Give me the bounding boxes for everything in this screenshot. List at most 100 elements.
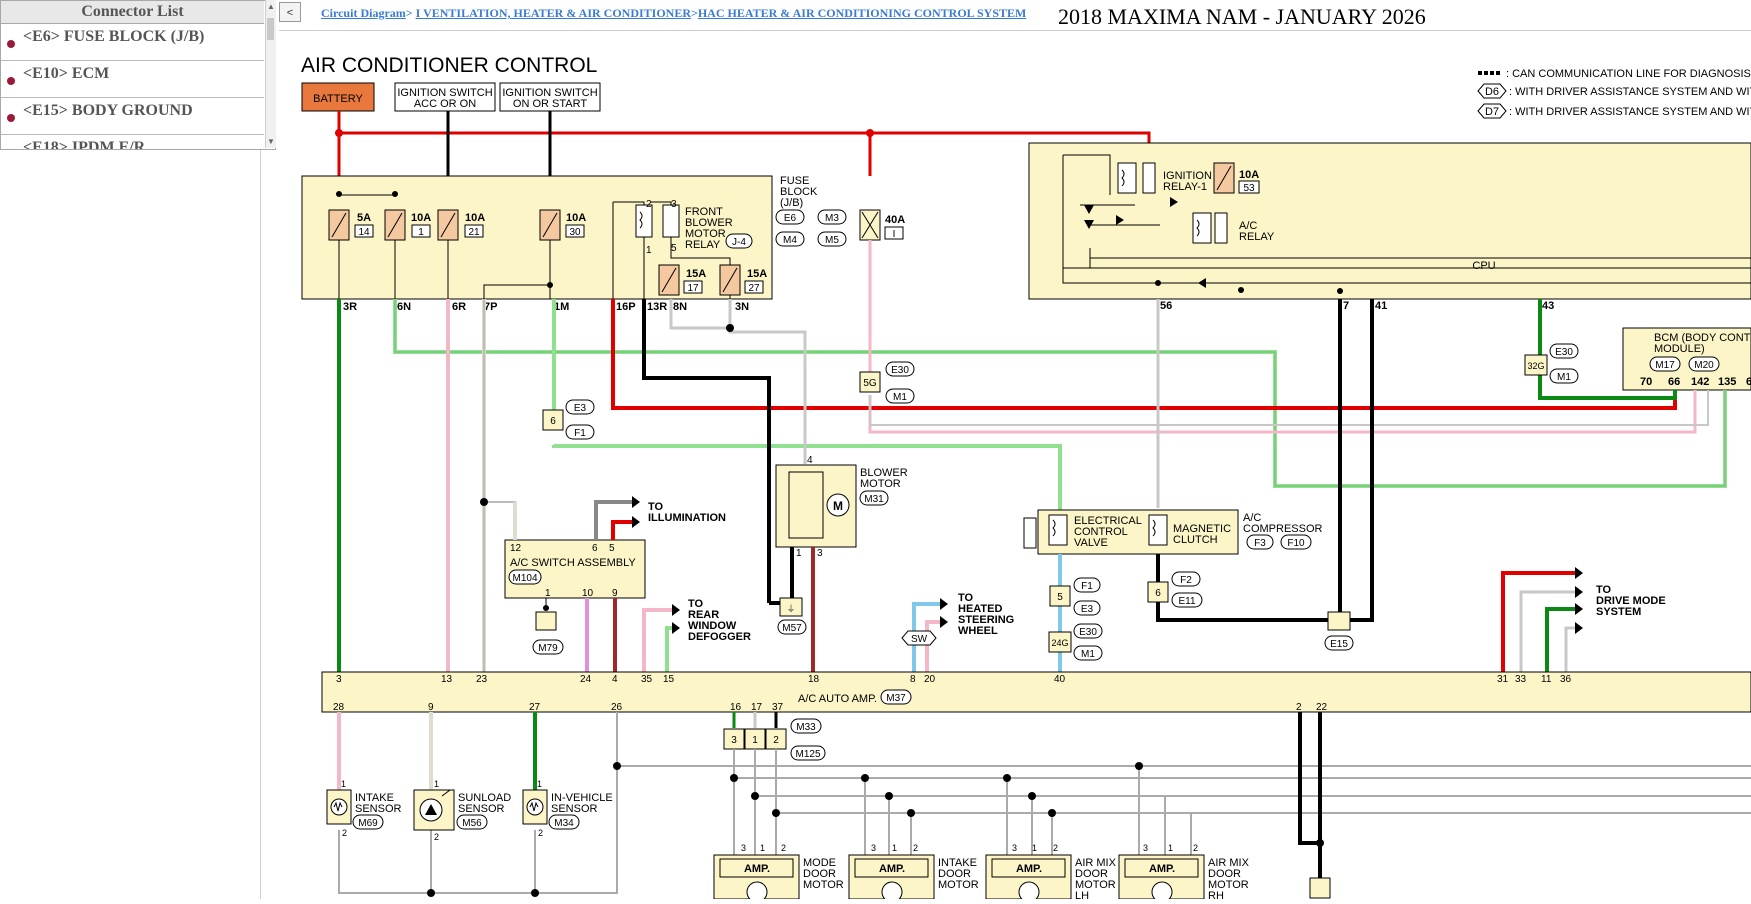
component-label: RH [1208, 890, 1224, 899]
ign-on-label: ON OR START [513, 98, 587, 110]
ipdm-er-box [1028, 142, 1751, 300]
scroll-down-icon[interactable]: ▼ [267, 137, 275, 146]
connector-tag: F10 [1287, 538, 1305, 549]
component-label: LH [1075, 890, 1089, 899]
component-label: CLUTCH [1173, 534, 1218, 546]
pin-label: 2 [1193, 843, 1198, 853]
connector-tag: F2 [1180, 575, 1192, 586]
connector-tag: M20 [1694, 360, 1714, 371]
mode-door-motor [713, 854, 800, 903]
fuse-amp: 10A [411, 212, 431, 224]
connector-tag: E3 [1081, 604, 1094, 615]
relay-label: RELAY [685, 239, 721, 251]
pin-label: 1 [341, 779, 346, 789]
connector-tag: M31 [864, 494, 884, 505]
back-button[interactable]: < [279, 2, 301, 22]
connector-item-e10[interactable]: <E10> ECM [1, 61, 264, 98]
connector-tag: E3 [574, 403, 587, 414]
component-label: MOTOR [938, 879, 979, 891]
breadcrumb-ventilation[interactable]: I VENTILATION, HEATER & AIR CONDITIONER [416, 6, 691, 20]
pin-label: 4 [807, 455, 813, 466]
fuse-number: I [893, 229, 896, 240]
pin-label: 2 [781, 843, 786, 853]
component-label: VALVE [1074, 537, 1108, 549]
connector-tag: E30 [891, 365, 909, 376]
connector-item-e18[interactable]: <E18> IPDM E/R [1, 135, 264, 149]
pin-label: 9 [612, 588, 618, 599]
pin-label: 4 [612, 674, 618, 685]
battery-label: BATTERY [313, 93, 363, 105]
pin-label: 3 [336, 674, 342, 685]
amp-box-label: AMP. [744, 863, 770, 875]
connector-tag: M56 [462, 818, 482, 829]
fuse-amp: 15A [686, 268, 706, 280]
pin-label: 3 [1012, 843, 1017, 853]
legend-tag-d6: D6 [1485, 86, 1499, 98]
relay-pin: 2 [646, 199, 652, 210]
ac-switch-assembly [504, 539, 646, 599]
fuse-block-label: (J/B) [780, 197, 803, 209]
connector-item-label: <E15> BODY GROUND [23, 102, 193, 119]
junction-label: 5G [863, 378, 877, 389]
amp-box-label: AMP. [1016, 863, 1042, 875]
pin-label: 56 [1160, 300, 1172, 312]
pin-label: 3 [741, 843, 746, 853]
pin-label: 1 [1168, 843, 1173, 853]
pin-label: 3R [343, 301, 357, 313]
junction-label: 6 [550, 416, 556, 427]
pin-label: 15 [663, 674, 675, 685]
pin-label: 1 [796, 548, 802, 559]
intake-door-motor [848, 854, 935, 903]
connector-item-label: <E6> FUSE BLOCK (J/B) [23, 28, 205, 45]
wiring-diagram-svg: AIR CONDITIONER CONTROL BATTERY IGNITION… [279, 31, 1751, 903]
pin-label: 1 [434, 779, 439, 789]
document-title: 2018 MAXIMA NAM - JANUARY 2026 [1058, 4, 1426, 29]
component-label: MOTOR [860, 478, 901, 490]
fuse-number: 30 [569, 227, 581, 238]
pin-label: 43 [1542, 300, 1554, 312]
pin-label: 1 [1032, 843, 1037, 853]
pin-label: 36 [1560, 674, 1572, 685]
connector-tag: M37 [886, 693, 906, 704]
breadcrumb-circuit-diagram[interactable]: Circuit Diagram [321, 6, 406, 20]
pin-label: 41 [1375, 300, 1387, 312]
legend-tag-d7: D7 [1485, 106, 1499, 118]
scroll-thumb[interactable] [267, 18, 274, 40]
fuse-amp: 10A [465, 212, 485, 224]
pin-label: 11 [1541, 674, 1552, 685]
connector-tag: M104 [512, 573, 537, 584]
scroll-up-icon[interactable]: ▲ [267, 2, 275, 11]
air-mix-door-motor-lh [985, 854, 1072, 903]
connector-list-title: Connector List [1, 1, 264, 24]
to-label: WHEEL [958, 625, 998, 637]
pin-label: 66 [1668, 376, 1680, 388]
fuse-amp: 15A [747, 268, 767, 280]
to-label: ILLUMINATION [648, 512, 726, 524]
bcm-label: MODULE) [1654, 343, 1705, 355]
top-bar: < Circuit Diagram> I VENTILATION, HEATER… [279, 0, 1751, 31]
junction-label: 5 [1057, 592, 1063, 603]
connector-tag: M125 [795, 749, 820, 760]
component-label: A/C SWITCH ASSEMBLY [510, 557, 636, 569]
connector-tag: E11 [1178, 596, 1195, 607]
fuse-number: 17 [687, 283, 699, 294]
connector-tag: M17 [1655, 360, 1675, 371]
connector-item-e15[interactable]: <E15> BODY GROUND [1, 98, 264, 135]
pin-label: 6R [452, 301, 466, 313]
connector-list-scrollbar[interactable]: ▲ ▼ [265, 0, 276, 148]
in-vehicle-sensor [522, 789, 548, 825]
legend-d6: : WITH DRIVER ASSISTANCE SYSTEM AND WIT [1509, 86, 1751, 98]
pin-label: 2 [538, 828, 543, 838]
legend: : CAN COMMUNICATION LINE FOR DIAGNOSIS D… [1477, 68, 1751, 119]
pin-label: 1M [554, 301, 569, 313]
pin-label: 22 [1316, 702, 1328, 713]
junction-label: 6 [1155, 588, 1161, 599]
connector-item-e6[interactable]: <E6> FUSE BLOCK (J/B) [1, 24, 264, 61]
connector-tag: E30 [1555, 347, 1573, 358]
connector-tag: F1 [1081, 581, 1093, 592]
sw-tag: SW [911, 634, 928, 645]
fuse-amp: 5A [357, 212, 371, 224]
pin-label: 26 [611, 702, 623, 713]
connector-tag: M5 [825, 235, 839, 246]
breadcrumb-hac[interactable]: HAC HEATER & AIR CONDITIONING CONTROL SY… [698, 6, 1027, 20]
